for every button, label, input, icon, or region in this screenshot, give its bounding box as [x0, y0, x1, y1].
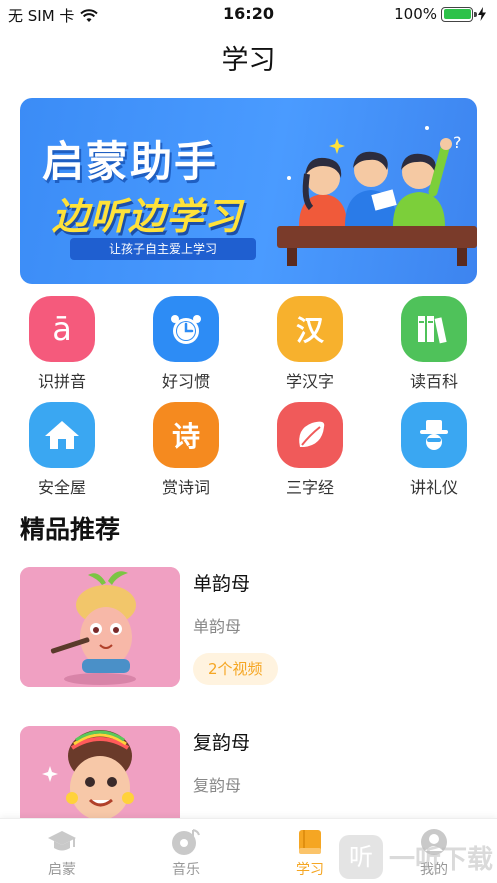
poem-icon: 诗	[153, 402, 219, 468]
category-item-pinyin[interactable]: ā 识拼音	[12, 296, 112, 392]
banner-illustration: ?	[277, 126, 477, 266]
status-bar: 无 SIM 卡 16:20 100%	[0, 0, 497, 28]
banner-title: 启蒙助手	[42, 137, 219, 186]
recommendation-card[interactable]: 单韵母 单韵母 2个视频	[20, 567, 477, 687]
video-count-badge: 2个视频	[193, 653, 278, 685]
card-title: 复韵母	[193, 732, 251, 754]
category-item-poems[interactable]: 诗 赏诗词	[136, 402, 236, 498]
gentleman-icon	[401, 402, 467, 468]
category-item-etiquette[interactable]: 讲礼仪	[384, 402, 484, 498]
books-icon	[401, 296, 467, 362]
music-disc-icon	[172, 829, 200, 855]
watermark-text: 一听下载	[388, 844, 493, 875]
card-subtitle: 复韵母	[193, 776, 242, 795]
house-icon	[29, 402, 95, 468]
card-thumbnail	[20, 567, 180, 687]
battery-percent: 100%	[394, 5, 437, 23]
graduation-cap-icon	[48, 831, 76, 851]
section-title: 精品推荐	[20, 515, 121, 544]
leaf-icon	[277, 402, 343, 468]
category-item-safety[interactable]: 安全屋	[12, 402, 112, 498]
category-label: 安全屋	[37, 478, 86, 497]
alarm-clock-icon	[153, 296, 219, 362]
category-label: 三字经	[285, 478, 334, 497]
card-title: 单韵母	[193, 573, 251, 595]
category-label: 学汉字	[285, 372, 334, 391]
card-subtitle: 单韵母	[193, 617, 242, 636]
hanzi-icon: 汉	[277, 296, 343, 362]
svg-text:?: ?	[453, 133, 462, 152]
banner-tagline: 让孩子自主爱上学习	[70, 238, 256, 260]
category-item-habits[interactable]: 好习惯	[136, 296, 236, 392]
tab-qimeng[interactable]: 启蒙	[22, 827, 102, 879]
page-title: 学习	[221, 45, 276, 76]
pinyin-a-icon: ā	[29, 296, 95, 362]
watermark: 听 一听下载	[338, 835, 493, 879]
category-label: 读百科	[409, 372, 458, 391]
category-item-encyclopedia[interactable]: 读百科	[384, 296, 484, 392]
category-label: 好习惯	[161, 372, 210, 391]
category-item-hanzi[interactable]: 汉 学汉字	[260, 296, 360, 392]
category-label: 识拼音	[37, 372, 86, 391]
charging-bolt-icon	[478, 7, 486, 21]
category-item-sanzijing[interactable]: 三字经	[260, 402, 360, 498]
tab-music[interactable]: 音乐	[146, 827, 226, 879]
promo-banner[interactable]: 启蒙助手 边听边学习 让孩子自主爱上学习 ?	[20, 98, 477, 284]
tab-label: 音乐	[172, 862, 200, 878]
battery-icon	[441, 6, 477, 22]
banner-subtitle: 边听边学习	[52, 195, 242, 238]
category-label: 赏诗词	[161, 478, 210, 497]
tab-label: 启蒙	[48, 862, 76, 878]
category-label: 讲礼仪	[409, 478, 458, 497]
book-icon	[299, 830, 321, 854]
status-right: 100%	[394, 5, 487, 23]
watermark-logo: 听	[338, 835, 383, 879]
